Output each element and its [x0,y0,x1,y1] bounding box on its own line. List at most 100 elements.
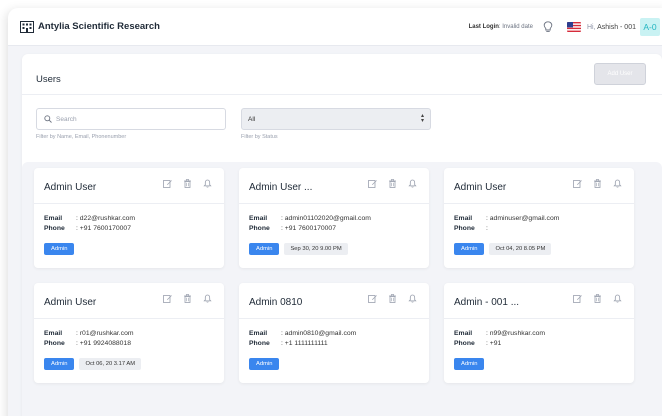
edit-icon[interactable] [163,294,172,303]
phone-value: : +1 1111111111 [281,339,328,347]
card-header: Admin - 001 ... [444,283,634,319]
last-login: Last Login: Invalid date [469,24,533,30]
users-panel: Users Add User Filter by Name, Email, Ph… [22,54,662,416]
card-details: Email: admin0810@gmail.com Phone: +1 111… [249,328,356,348]
user-name: Admin User [44,182,97,193]
trash-icon[interactable] [183,294,192,303]
edit-icon[interactable] [368,179,377,188]
lightbulb-icon[interactable] [543,21,553,33]
bell-icon[interactable] [613,179,622,188]
user-card[interactable]: Admin User Email : d22@rushkar.com Phone:… [34,168,224,268]
role-badge: Admin [454,243,485,255]
phone-value: : [486,224,488,232]
bell-icon[interactable] [203,179,212,188]
card-header: Admin User [444,168,634,204]
email-label: Email [44,329,63,337]
edit-icon[interactable] [163,179,172,188]
card-details: Email: n99@rushkar.com Phone: +91 [454,328,545,348]
email-value: : admin01102020@gmail.com [281,214,371,222]
role-badge: Admin [249,358,280,370]
card-header: Admin User [34,283,224,319]
user-card[interactable]: Admin - 001 ... Email: n99@rushkar.com P… [444,283,634,383]
card-details: Email: admin01102020@gmail.com Phone: +9… [249,213,371,233]
phone-label: Phone [454,224,475,232]
card-actions [368,179,417,188]
edit-icon[interactable] [368,294,377,303]
greeting-prefix: Hi, [586,23,596,31]
bell-icon[interactable] [408,179,417,188]
email-label: Email [44,214,63,222]
email-label: Email [249,214,268,222]
card-header: Admin 0810 [239,283,429,319]
search-box[interactable] [36,108,226,130]
page-title: Users [36,74,61,85]
role-badge: Admin [44,358,75,370]
email-value: : r01@rushkar.com [76,329,134,337]
card-actions [573,294,622,303]
card-actions [368,294,417,303]
user-card[interactable]: Admin User Email: adminuser@gmail.com Ph… [444,168,634,268]
card-actions [573,179,622,188]
role-badge: Admin [44,243,75,255]
card-tags: Admin Sep 30, 20 9.00 PM [249,243,348,255]
edit-icon[interactable] [573,179,582,188]
card-header: Admin User ... [239,168,429,204]
phone-value: : +91 [486,339,502,347]
status-select[interactable]: All ▴ ▾ [241,108,431,130]
phone-label: Phone [249,339,270,347]
bell-icon[interactable] [613,294,622,303]
user-name: Admin - 001 ... [454,297,520,308]
card-tags: Admin [454,358,485,370]
email-label: Email [454,329,473,337]
role-badge: Admin [249,243,280,255]
user-greeting[interactable]: Hi, Ashish - 001 [587,24,636,31]
user-card[interactable]: Admin User Email: r01@rushkar.com Phone:… [34,283,224,383]
email-label: Email [249,329,268,337]
phone-label: Phone [44,224,65,232]
phone-value: : +91 7600170007 [76,224,131,232]
status-hint: Filter by Status [241,134,278,140]
date-badge: Oct 04, 20 8.05 PM [489,243,552,255]
user-card[interactable]: Admin 0810 Email: admin0810@gmail.com Ph… [239,283,429,383]
app-window: Antylia Scientific Research Last Login: … [8,8,662,416]
us-flag-icon[interactable] [566,22,581,32]
user-card[interactable]: Admin User ... Email : admin01102020@gmai… [239,168,429,268]
trash-icon[interactable] [183,179,192,188]
phone-value: : +91 9924088018 [76,339,131,347]
add-user-button[interactable]: Add User [594,63,646,85]
email-value: : adminuser@gmail.com [486,214,560,222]
date-badge: Oct 06, 20 3.17 AM [79,358,142,370]
bell-icon[interactable] [408,294,417,303]
brand-name: Antylia Scientific Research [38,21,160,32]
trash-icon[interactable] [388,294,397,303]
search-hint: Filter by Name, Email, Phonenumber [36,134,127,140]
card-tags: Admin [44,243,75,255]
user-name: Ashish - 001 [597,23,636,31]
trash-icon[interactable] [388,179,397,188]
role-badge: Admin [454,358,485,370]
top-bar: Antylia Scientific Research Last Login: … [8,8,662,46]
user-name: Admin User ... [249,182,313,193]
card-tags: Admin [249,358,280,370]
avatar[interactable]: A-0 [640,18,660,36]
panel-divider [22,94,662,95]
email-value: : n99@rushkar.com [486,329,546,337]
edit-icon[interactable] [573,294,582,303]
card-details: Email: adminuser@gmail.com Phone: [454,213,559,233]
trash-icon[interactable] [593,179,602,188]
bell-icon[interactable] [203,294,212,303]
trash-icon[interactable] [593,294,602,303]
card-details: Email : d22@rushkar.com Phone : +91 760017… [44,213,135,233]
card-tags: Admin Oct 06, 20 3.17 AM [44,358,142,370]
last-login-label: Last Login [468,24,499,30]
date-badge: Sep 30, 20 9.00 PM [284,243,348,255]
search-icon [44,115,52,123]
card-header: Admin User [34,168,224,204]
select-arrows-icon: ▴ ▾ [420,113,424,124]
search-input[interactable] [56,115,216,123]
card-tags: Admin Oct 04, 20 8.05 PM [454,243,552,255]
user-name: Admin 0810 [249,297,303,308]
topbar-right: Last Login: Invalid date Hi, Ashish - 00… [469,8,660,46]
email-value: : d22@rushkar.com [76,214,136,222]
user-name: Admin User [454,182,507,193]
